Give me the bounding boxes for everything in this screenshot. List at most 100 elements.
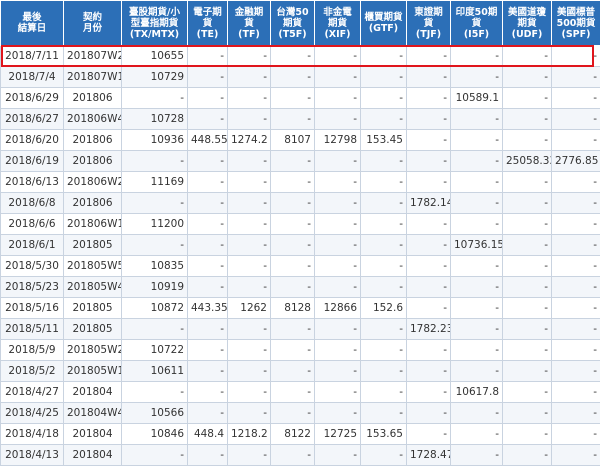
- table-cell: -: [188, 235, 228, 256]
- table-cell: -: [361, 46, 407, 67]
- table-cell: 8128: [271, 298, 315, 319]
- settlement-price-table: 最後結算日契約月份臺股期貨/小型臺指期貨(TX/MTX)電子期貨(TE)金融期貨…: [0, 0, 600, 466]
- table-cell: 2018/5/2: [1, 361, 64, 382]
- table-cell: 2018/6/6: [1, 214, 64, 235]
- table-cell: -: [407, 67, 451, 88]
- table-cell: -: [315, 67, 361, 88]
- table-cell: -: [271, 109, 315, 130]
- table-cell: -: [271, 214, 315, 235]
- table-cell: -: [503, 445, 552, 466]
- table-cell: -: [361, 151, 407, 172]
- table-cell: 201804: [64, 424, 122, 445]
- table-cell: -: [271, 235, 315, 256]
- table-cell: 1274.2: [228, 130, 271, 151]
- header-row: 最後結算日契約月份臺股期貨/小型臺指期貨(TX/MTX)電子期貨(TE)金融期貨…: [1, 1, 600, 46]
- table-row: 2018/5/23201805W410919---------: [1, 277, 600, 298]
- column-header-6: 非金電期貨(XIF): [315, 1, 361, 46]
- table-cell: 10617.8: [451, 382, 503, 403]
- table-cell: -: [407, 382, 451, 403]
- table-cell: 201806: [64, 88, 122, 109]
- table-row: 2018/6/6201806W111200---------: [1, 214, 600, 235]
- table-cell: -: [552, 340, 600, 361]
- table-cell: -: [451, 130, 503, 151]
- table-cell: -: [407, 46, 451, 67]
- table-row: 2018/6/19201806--------25058.332776.85: [1, 151, 600, 172]
- table-cell: -: [451, 298, 503, 319]
- table-cell: -: [503, 424, 552, 445]
- table-body: 2018/7/11201807W210655---------2018/7/42…: [1, 46, 600, 466]
- table-cell: -: [503, 130, 552, 151]
- table-cell: -: [451, 46, 503, 67]
- table-cell: -: [188, 319, 228, 340]
- table-cell: 10736.15: [451, 235, 503, 256]
- table-cell: -: [228, 46, 271, 67]
- table-cell: -: [188, 172, 228, 193]
- table-cell: -: [552, 46, 600, 67]
- table-cell: 10919: [122, 277, 188, 298]
- table-cell: -: [451, 361, 503, 382]
- table-cell: -: [315, 193, 361, 214]
- table-cell: -: [407, 130, 451, 151]
- table-cell: -: [271, 256, 315, 277]
- column-header-8: 東證期貨(TJF): [407, 1, 451, 46]
- table-cell: -: [361, 88, 407, 109]
- table-cell: -: [315, 151, 361, 172]
- table-cell: -: [228, 361, 271, 382]
- table-cell: -: [361, 340, 407, 361]
- table-cell: 2018/4/18: [1, 424, 64, 445]
- table-cell: -: [228, 382, 271, 403]
- table-cell: -: [188, 193, 228, 214]
- column-header-11: 美國標普500期貨(SPF): [552, 1, 600, 46]
- table-cell: -: [407, 424, 451, 445]
- table-cell: -: [552, 109, 600, 130]
- table-cell: -: [315, 445, 361, 466]
- table-cell: -: [188, 340, 228, 361]
- table-cell: -: [451, 214, 503, 235]
- table-cell: -: [228, 256, 271, 277]
- table-cell: -: [552, 130, 600, 151]
- table-cell: -: [188, 445, 228, 466]
- table-cell: -: [503, 319, 552, 340]
- table-cell: -: [315, 340, 361, 361]
- table-cell: -: [361, 361, 407, 382]
- column-header-9: 印度50期貨(I5F): [451, 1, 503, 46]
- table-cell: 8122: [271, 424, 315, 445]
- table-row: 2018/5/2201805W110611---------: [1, 361, 600, 382]
- table-cell: -: [228, 109, 271, 130]
- table-cell: -: [315, 382, 361, 403]
- table-cell: -: [503, 235, 552, 256]
- table-cell: 2018/5/11: [1, 319, 64, 340]
- table-cell: 201805: [64, 235, 122, 256]
- table-cell: -: [315, 319, 361, 340]
- table-cell: -: [271, 382, 315, 403]
- table-cell: 2018/6/20: [1, 130, 64, 151]
- table-cell: -: [503, 172, 552, 193]
- table-cell: -: [361, 67, 407, 88]
- table-cell: -: [188, 214, 228, 235]
- table-cell: 1782.23: [407, 319, 451, 340]
- table-cell: 201804W4: [64, 403, 122, 424]
- table-cell: 10722: [122, 340, 188, 361]
- table-row: 2018/5/1620180510872443.3512628128128661…: [1, 298, 600, 319]
- table-cell: 201805: [64, 298, 122, 319]
- table-cell: 1728.47: [407, 445, 451, 466]
- table-cell: -: [407, 340, 451, 361]
- table-row: 2018/6/2020180610936448.551274.281071279…: [1, 130, 600, 151]
- table-cell: 201806: [64, 151, 122, 172]
- table-row: 2018/6/8201806------1782.14---: [1, 193, 600, 214]
- table-cell: -: [361, 172, 407, 193]
- table-cell: 12798: [315, 130, 361, 151]
- table-cell: 2018/4/27: [1, 382, 64, 403]
- table-cell: -: [451, 424, 503, 445]
- table-row: 2018/6/27201806W410728---------: [1, 109, 600, 130]
- table-cell: -: [188, 151, 228, 172]
- table-row: 2018/7/11201807W210655---------: [1, 46, 600, 67]
- table-cell: -: [315, 109, 361, 130]
- column-header-5: 台灣50期貨(T5F): [271, 1, 315, 46]
- table-row: 2018/5/9201805W210722---------: [1, 340, 600, 361]
- table-cell: -: [271, 67, 315, 88]
- table-row: 2018/4/1820180410846448.41218.2812212725…: [1, 424, 600, 445]
- table-cell: -: [503, 298, 552, 319]
- table-cell: 1782.14: [407, 193, 451, 214]
- table-cell: 25058.33: [503, 151, 552, 172]
